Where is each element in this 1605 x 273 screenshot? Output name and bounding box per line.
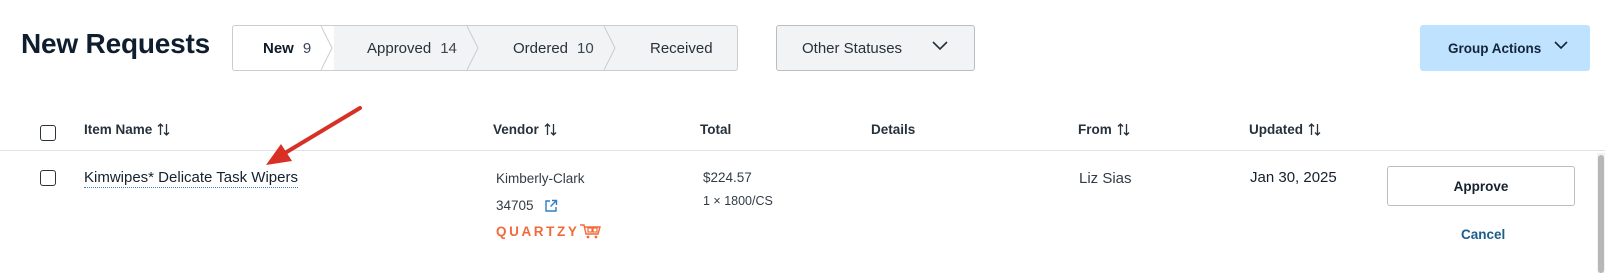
item-name-link[interactable]: Kimwipes* Delicate Task Wipers — [84, 169, 298, 188]
sort-icon — [1117, 123, 1130, 136]
column-header-vendor[interactable]: Vendor — [493, 122, 557, 137]
tab-separator-chevron — [604, 26, 616, 70]
catalog-number-text: 34705 — [496, 198, 534, 213]
tab-separator-chevron — [321, 26, 333, 70]
tab-label: Ordered — [513, 39, 569, 57]
other-statuses-label: Other Statuses — [802, 39, 903, 57]
chevron-down-icon — [1554, 41, 1568, 50]
column-header-from[interactable]: From — [1078, 122, 1130, 137]
vertical-scrollbar[interactable] — [1597, 153, 1605, 273]
total-price: $224.57 — [703, 170, 752, 185]
tab-separator-chevron — [467, 26, 479, 70]
tab-label: Approved — [367, 39, 432, 57]
updated-date: Jan 30, 2025 — [1250, 169, 1337, 186]
page-title: New Requests — [21, 28, 210, 59]
column-header-details: Details — [871, 122, 915, 137]
catalog-number: 34705 — [496, 198, 558, 213]
unit-size: 1 × 1800/CS — [703, 194, 773, 208]
column-header-item-name[interactable]: Item Name — [84, 122, 170, 137]
row-select-checkbox[interactable] — [40, 170, 56, 186]
external-link-icon[interactable] — [544, 199, 558, 213]
cancel-link[interactable]: Cancel — [1461, 227, 1505, 242]
quartzy-badge: QUARTZY — [496, 223, 602, 239]
select-all-checkbox[interactable] — [40, 125, 56, 141]
tab-count: 9 — [302, 39, 312, 57]
tab-count: 14 — [440, 39, 457, 57]
scrollbar-thumb[interactable] — [1598, 155, 1604, 273]
approve-button[interactable]: Approve — [1387, 166, 1575, 206]
tab-count: 10 — [577, 39, 594, 57]
quartzy-cart-icon — [580, 224, 602, 239]
tab-received[interactable]: Received — [617, 25, 738, 71]
column-label: Updated — [1249, 122, 1303, 137]
column-label: From — [1078, 122, 1112, 137]
column-label: Vendor — [493, 122, 539, 137]
sort-icon — [544, 123, 557, 136]
column-header-updated[interactable]: Updated — [1249, 122, 1321, 137]
vendor-name: Kimberly-Clark — [496, 171, 585, 186]
chevron-down-icon — [932, 41, 948, 51]
tab-ordered[interactable]: Ordered 10 — [480, 25, 617, 71]
tab-label: New — [263, 39, 294, 57]
sort-icon — [1308, 123, 1321, 136]
group-actions-label: Group Actions — [1448, 40, 1542, 56]
group-actions-button[interactable]: Group Actions — [1420, 25, 1590, 71]
tab-label: Received — [650, 39, 713, 57]
column-header-total: Total — [700, 122, 731, 137]
tab-new[interactable]: New 9 — [232, 25, 334, 71]
column-label: Details — [871, 122, 916, 137]
table-header: Item Name Vendor Total Details From Upda… — [0, 115, 1605, 151]
other-statuses-dropdown[interactable]: Other Statuses — [776, 25, 975, 71]
column-label: Item Name — [84, 122, 153, 137]
tab-approved[interactable]: Approved 14 — [334, 25, 480, 71]
quartzy-wordmark: QUARTZY — [496, 223, 580, 239]
column-label: Total — [700, 122, 732, 137]
sort-icon — [157, 123, 170, 136]
requester-name: Liz Sias — [1079, 170, 1132, 187]
